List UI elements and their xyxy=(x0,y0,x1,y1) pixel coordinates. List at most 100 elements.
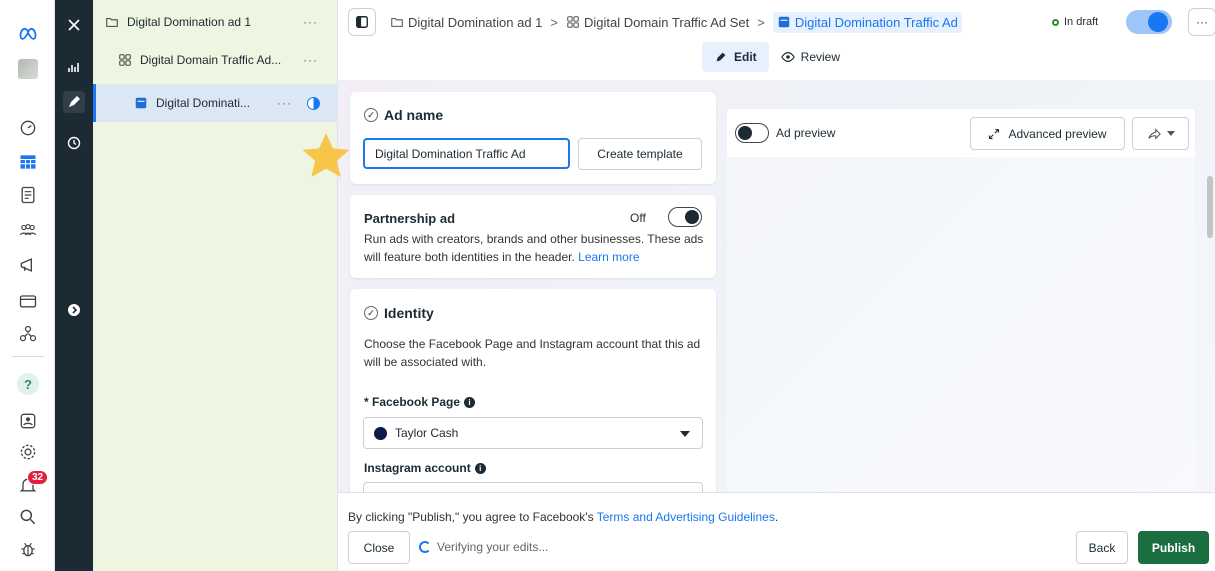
ad-icon xyxy=(778,16,790,28)
more-options-icon[interactable]: ··· xyxy=(303,15,318,29)
identity-heading: ✓ Identity xyxy=(364,305,434,321)
tab-edit-label: Edit xyxy=(734,50,757,64)
learn-more-link[interactable]: Learn more xyxy=(578,250,639,264)
ad-name-title: Ad name xyxy=(384,107,444,123)
notification-count-badge: 32 xyxy=(27,470,49,485)
tree-item-label: Digital Domination ad 1 xyxy=(127,15,252,29)
partnership-description-text: Run ads with creators, brands and other … xyxy=(364,232,704,264)
edit-mode-icon[interactable] xyxy=(63,91,85,113)
create-template-button[interactable]: Create template xyxy=(578,138,702,170)
ad-active-toggle[interactable] xyxy=(1126,10,1172,34)
instagram-account-select[interactable] xyxy=(363,482,703,492)
instagram-account-label: Instagram account i xyxy=(364,461,486,475)
instagram-account-label-text: Instagram account xyxy=(364,461,471,475)
publish-button[interactable]: Publish xyxy=(1138,531,1209,564)
editor-footer: By clicking "Publish," you agree to Face… xyxy=(338,492,1215,571)
star-icon xyxy=(302,133,350,178)
terms-text: By clicking "Publish," you agree to Face… xyxy=(348,510,778,524)
page-avatar xyxy=(374,426,387,440)
partnership-description: Run ads with creators, brands and other … xyxy=(364,230,704,266)
breadcrumb-campaign-label: Digital Domination ad 1 xyxy=(408,14,543,30)
bug-report-icon[interactable] xyxy=(17,538,39,560)
help-icon[interactable]: ? xyxy=(17,373,39,395)
info-icon[interactable]: i xyxy=(464,396,476,408)
folder-icon xyxy=(391,17,403,27)
verifying-label: Verifying your edits... xyxy=(437,540,549,554)
breadcrumb-separator: > xyxy=(757,14,765,30)
global-nav: ? 32 xyxy=(0,0,55,571)
tab-edit[interactable]: Edit xyxy=(702,42,769,72)
meta-logo-icon[interactable] xyxy=(17,22,39,44)
settings-icon[interactable] xyxy=(17,441,39,463)
tree-item-adset[interactable]: Digital Domain Traffic Ad... ··· xyxy=(93,41,338,79)
ad-icon xyxy=(135,97,147,109)
partnership-toggle[interactable] xyxy=(668,207,702,227)
facebook-page-label-text: * Facebook Page xyxy=(364,395,461,409)
audiences-icon[interactable] xyxy=(17,219,39,241)
edit-review-tabs: Edit Review xyxy=(702,42,852,72)
share-icon xyxy=(1147,127,1161,140)
more-actions-button[interactable]: ··· xyxy=(1188,8,1215,36)
info-icon[interactable]: i xyxy=(474,462,486,474)
dashboard-icon[interactable] xyxy=(17,117,39,139)
eye-icon xyxy=(780,52,795,62)
chevron-down-icon xyxy=(1166,131,1175,136)
chevron-down-icon xyxy=(680,431,690,437)
identity-title: Identity xyxy=(384,305,434,321)
spinner-icon xyxy=(419,541,431,553)
ad-preview-toggle[interactable] xyxy=(735,123,769,143)
tab-review-label: Review xyxy=(800,50,841,64)
campaign-tree-panel: Digital Domination ad 1 ··· Digital Doma… xyxy=(93,0,338,571)
verifying-status: Verifying your edits... xyxy=(419,540,548,554)
facebook-page-label: * Facebook Page i xyxy=(364,395,476,409)
close-icon[interactable] xyxy=(63,14,85,36)
back-button[interactable]: Back xyxy=(1076,531,1128,564)
check-circle-icon: ✓ xyxy=(364,108,378,122)
reporting-icon[interactable] xyxy=(63,56,85,78)
breadcrumb-ad[interactable]: Digital Domination Traffic Ad xyxy=(772,11,962,33)
expand-panel-icon[interactable] xyxy=(63,299,85,321)
share-menu-button[interactable] xyxy=(1132,117,1189,150)
facebook-page-select[interactable]: Taylor Cash xyxy=(363,417,703,449)
status-label: In draft xyxy=(1064,16,1099,28)
terms-suffix: . xyxy=(774,510,779,524)
preview-header: Ad preview Advanced preview xyxy=(727,109,1195,157)
ad-preview-label: Ad preview xyxy=(776,126,836,140)
adset-grid-icon xyxy=(567,16,579,28)
terms-prefix: By clicking "Publish," you agree to Face… xyxy=(348,510,594,524)
search-icon[interactable] xyxy=(17,506,39,528)
breadcrumb-adset[interactable]: Digital Domain Traffic Ad Set xyxy=(566,15,749,30)
more-options-icon[interactable]: ··· xyxy=(277,96,292,110)
business-settings-icon[interactable] xyxy=(17,323,39,345)
identity-description: Choose the Facebook Page and Instagram a… xyxy=(364,337,701,369)
account-avatar-icon[interactable] xyxy=(17,58,39,80)
pencil-icon xyxy=(716,52,726,62)
tree-item-ad[interactable]: Digital Dominati... ··· xyxy=(93,84,338,122)
campaigns-table-icon[interactable] xyxy=(17,151,39,173)
advertise-icon[interactable] xyxy=(17,254,39,276)
content-scrollbar[interactable] xyxy=(1207,176,1213,238)
tab-review[interactable]: Review xyxy=(769,42,852,72)
breadcrumb-ad-label: Digital Domination Traffic Ad xyxy=(794,14,958,30)
tree-item-campaign[interactable]: Digital Domination ad 1 ··· xyxy=(93,3,338,41)
more-options-icon[interactable]: ··· xyxy=(303,53,318,67)
partnership-title: Partnership ad xyxy=(364,211,456,226)
editor-content: ✓ Ad name Digital Domination Traffic Ad … xyxy=(338,80,1215,492)
partnership-toggle-label: Off xyxy=(630,211,646,225)
ad-preview-panel: Ad preview Advanced preview xyxy=(727,109,1195,492)
close-button[interactable]: Close xyxy=(348,531,410,564)
folder-icon xyxy=(106,17,118,27)
breadcrumb: Digital Domination ad 1 > Digital Domain… xyxy=(348,8,962,36)
pages-icon[interactable] xyxy=(17,184,39,206)
partnership-ad-card: Partnership ad Off Run ads with creators… xyxy=(350,195,716,278)
advanced-preview-button[interactable]: Advanced preview xyxy=(970,117,1125,150)
breadcrumb-campaign[interactable]: Digital Domination ad 1 xyxy=(390,15,542,30)
expand-arrows-icon xyxy=(989,128,1000,139)
terms-link[interactable]: Terms and Advertising Guidelines xyxy=(597,510,775,524)
tree-item-label: Digital Dominati... xyxy=(156,96,251,110)
toggle-sidebar-button[interactable] xyxy=(348,8,376,36)
contact-icon[interactable] xyxy=(17,410,39,432)
billing-icon[interactable] xyxy=(17,290,39,312)
history-icon[interactable] xyxy=(63,132,85,154)
ad-name-input[interactable]: Digital Domination Traffic Ad xyxy=(363,138,570,169)
